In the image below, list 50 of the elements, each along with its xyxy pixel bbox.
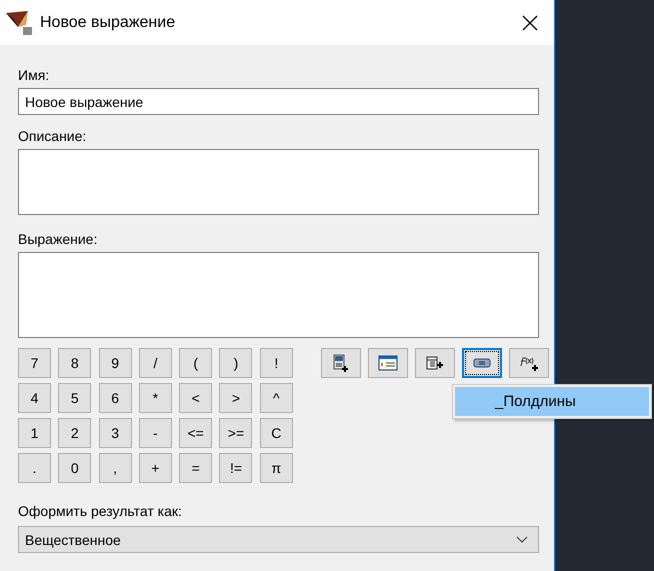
keypad-key[interactable]: != [219, 453, 252, 483]
keypad-key[interactable]: . [18, 453, 51, 483]
keypad-key[interactable]: ) [219, 348, 252, 378]
keypad-key[interactable]: 0 [58, 453, 92, 483]
name-label: Имя: [18, 67, 50, 83]
keypad-key[interactable]: 8 [58, 348, 92, 378]
keypad-key[interactable]: = [179, 453, 212, 483]
toolbar-button[interactable] [462, 348, 502, 378]
result-format-label: Оформить результат как: [18, 503, 183, 519]
keypad-key[interactable]: ^ [260, 383, 293, 413]
keypad-key[interactable]: C [260, 418, 293, 448]
keypad-key[interactable]: 3 [98, 418, 132, 448]
keypad-key[interactable]: >= [219, 418, 252, 448]
toolbar-button[interactable] [414, 348, 455, 378]
keypad-key[interactable]: / [138, 348, 172, 378]
keypad-key[interactable]: - [138, 418, 172, 448]
menu-item[interactable]: _Полдлины [455, 387, 649, 416]
description-label: Описание: [18, 128, 88, 144]
keypad-key[interactable]: <= [179, 418, 212, 448]
keypad-key[interactable]: * [138, 383, 172, 413]
name-field[interactable]: Новое выражение [18, 88, 539, 115]
toolbar-button[interactable] [368, 348, 408, 378]
keypad-key[interactable]: ! [260, 348, 293, 378]
close-icon[interactable] [522, 14, 538, 30]
keypad-key[interactable]: 6 [98, 383, 132, 413]
keypad-key[interactable]: 1 [18, 418, 51, 448]
toolbar-button[interactable] [508, 348, 549, 378]
keypad-key[interactable]: 7 [18, 348, 51, 378]
keypad-key[interactable]: 2 [58, 418, 92, 448]
window-title: Новое выражение [40, 14, 176, 32]
field-icon [472, 358, 491, 368]
keypad-key[interactable]: + [138, 453, 172, 483]
keypad-key[interactable]: > [219, 383, 252, 413]
keypad-key[interactable]: 4 [18, 383, 51, 413]
description-field[interactable] [18, 149, 539, 215]
app-logo-icon [4, 8, 34, 36]
result-format-dropdown[interactable]: Вещественное [18, 526, 539, 553]
table-plus-icon [426, 355, 444, 371]
keypad-key[interactable]: π [260, 453, 293, 483]
keypad-key[interactable]: , [98, 453, 132, 483]
list-window-icon [378, 355, 398, 371]
toolbar-button[interactable] [320, 348, 361, 378]
expression-label: Выражение: [18, 231, 98, 247]
document-plus-icon [332, 354, 349, 372]
keypad-key[interactable]: ( [179, 348, 212, 378]
expression-field[interactable] [18, 252, 539, 338]
keypad-key[interactable]: 9 [98, 348, 132, 378]
chevron-down-icon [516, 536, 528, 544]
keypad-key[interactable]: < [179, 383, 212, 413]
keypad-key[interactable]: 5 [58, 383, 92, 413]
